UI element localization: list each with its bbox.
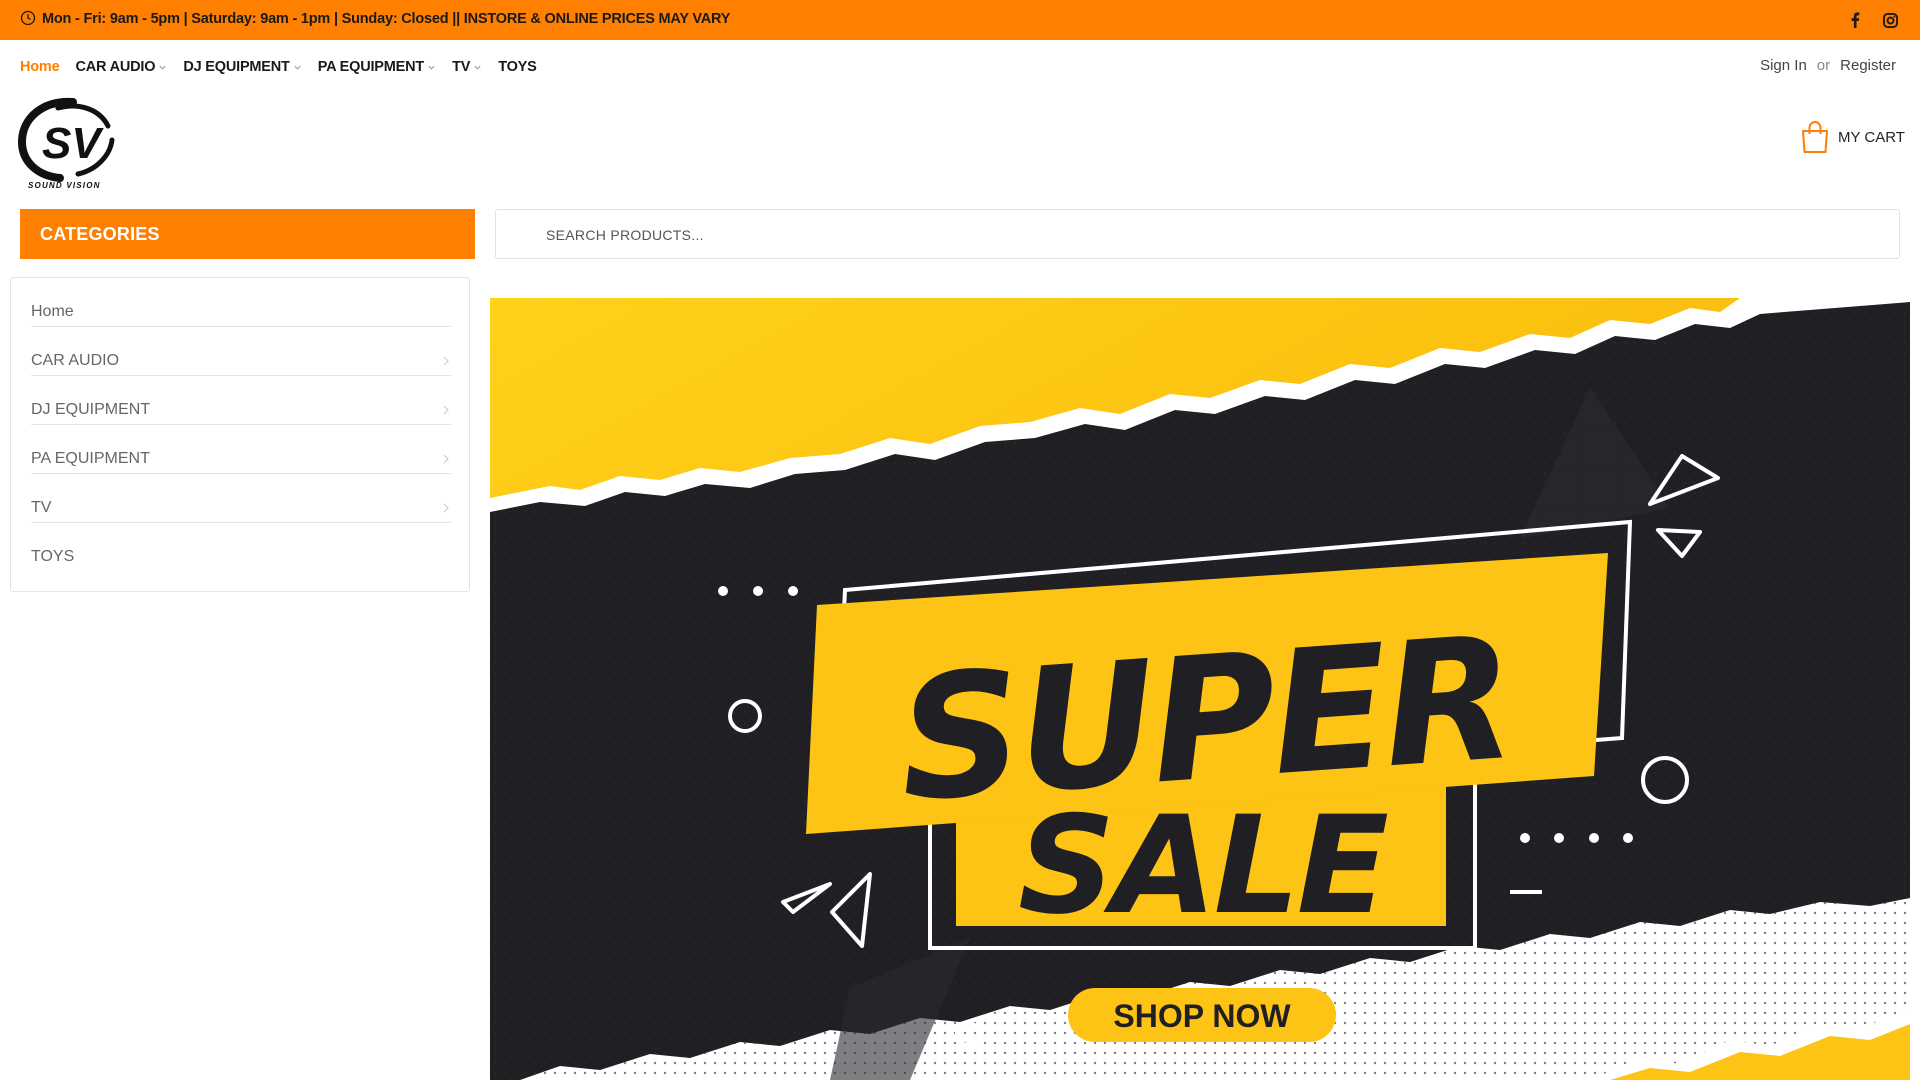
chevron-right-icon bbox=[443, 503, 449, 513]
account-separator: or bbox=[1816, 57, 1831, 74]
nav-item-tv[interactable]: TV bbox=[452, 59, 482, 75]
category-item-toys[interactable]: TOYS bbox=[31, 523, 451, 572]
store-hours-text: Mon - Fri: 9am - 5pm | Saturday: 9am - 1… bbox=[42, 11, 731, 27]
nav-item-label: TOYS bbox=[498, 59, 537, 75]
shopping-bag-icon bbox=[1802, 120, 1828, 153]
nav-item-home[interactable]: Home bbox=[20, 59, 60, 75]
chevron-down-icon bbox=[428, 65, 435, 70]
banner-graphic: SUPER SALE SHOP NOW bbox=[490, 298, 1910, 1080]
chevron-right-icon bbox=[443, 405, 449, 415]
category-item-car-audio[interactable]: CAR AUDIO bbox=[31, 327, 451, 376]
banner-headline-sale: SALE bbox=[1018, 787, 1388, 944]
facebook-icon[interactable] bbox=[1846, 11, 1864, 29]
chevron-right-icon bbox=[443, 454, 449, 464]
super-sale-banner[interactable]: SUPER SALE SHOP NOW bbox=[490, 298, 1910, 1080]
logo-tagline: SOUND VISION bbox=[28, 181, 101, 190]
category-item-home[interactable]: Home bbox=[31, 278, 451, 327]
chevron-right-icon bbox=[443, 356, 449, 366]
top-announcement-bar: Mon - Fri: 9am - 5pm | Saturday: 9am - 1… bbox=[0, 0, 1920, 40]
nav-item-label: Home bbox=[20, 59, 60, 75]
site-logo[interactable]: SV SOUND VISION bbox=[17, 96, 118, 191]
register-link[interactable]: Register bbox=[1840, 57, 1896, 74]
categories-title: CATEGORIES bbox=[40, 224, 160, 244]
category-label: Home bbox=[31, 303, 74, 320]
chevron-down-icon bbox=[294, 65, 301, 70]
sound-vision-logo: SV SOUND VISION bbox=[17, 97, 115, 190]
sign-in-link[interactable]: Sign In bbox=[1760, 57, 1807, 74]
category-label: DJ EQUIPMENT bbox=[31, 401, 151, 418]
cart-label: MY CART bbox=[1838, 128, 1905, 146]
chevron-down-icon bbox=[474, 65, 481, 70]
category-label: TOYS bbox=[31, 548, 75, 565]
nav-item-label: TV bbox=[452, 59, 471, 75]
categories-list: Home CAR AUDIO DJ EQUIPMENT PA EQUIPMENT… bbox=[10, 277, 470, 592]
category-item-tv[interactable]: TV bbox=[31, 474, 451, 523]
category-label: CAR AUDIO bbox=[31, 352, 120, 369]
shop-now-label: SHOP NOW bbox=[1113, 998, 1291, 1034]
category-item-pa-equipment[interactable]: PA EQUIPMENT bbox=[31, 425, 451, 474]
chevron-down-icon bbox=[159, 65, 166, 70]
account-links: Sign In or Register bbox=[1760, 57, 1896, 74]
instagram-icon[interactable] bbox=[1881, 11, 1899, 29]
category-label: PA EQUIPMENT bbox=[31, 450, 150, 467]
main-nav: Home CAR AUDIO DJ EQUIPMENT PA EQUIPMENT… bbox=[20, 57, 553, 77]
nav-item-pa-equipment[interactable]: PA EQUIPMENT bbox=[318, 59, 436, 75]
categories-header[interactable]: CATEGORIES bbox=[20, 209, 475, 259]
nav-item-toys[interactable]: TOYS bbox=[498, 59, 537, 75]
nav-item-label: DJ EQUIPMENT bbox=[183, 59, 290, 75]
nav-item-label: CAR AUDIO bbox=[75, 59, 156, 75]
nav-item-car-audio[interactable]: CAR AUDIO bbox=[76, 59, 168, 75]
nav-item-dj-equipment[interactable]: DJ EQUIPMENT bbox=[183, 59, 301, 75]
nav-item-label: PA EQUIPMENT bbox=[317, 59, 425, 75]
category-label: TV bbox=[31, 499, 52, 516]
search-bar bbox=[495, 209, 1900, 259]
clock-icon bbox=[20, 10, 36, 26]
logo-letters: SV bbox=[42, 119, 104, 168]
search-input[interactable] bbox=[546, 224, 1846, 246]
category-item-dj-equipment[interactable]: DJ EQUIPMENT bbox=[31, 376, 451, 425]
my-cart-button[interactable]: MY CART bbox=[1800, 120, 1905, 154]
